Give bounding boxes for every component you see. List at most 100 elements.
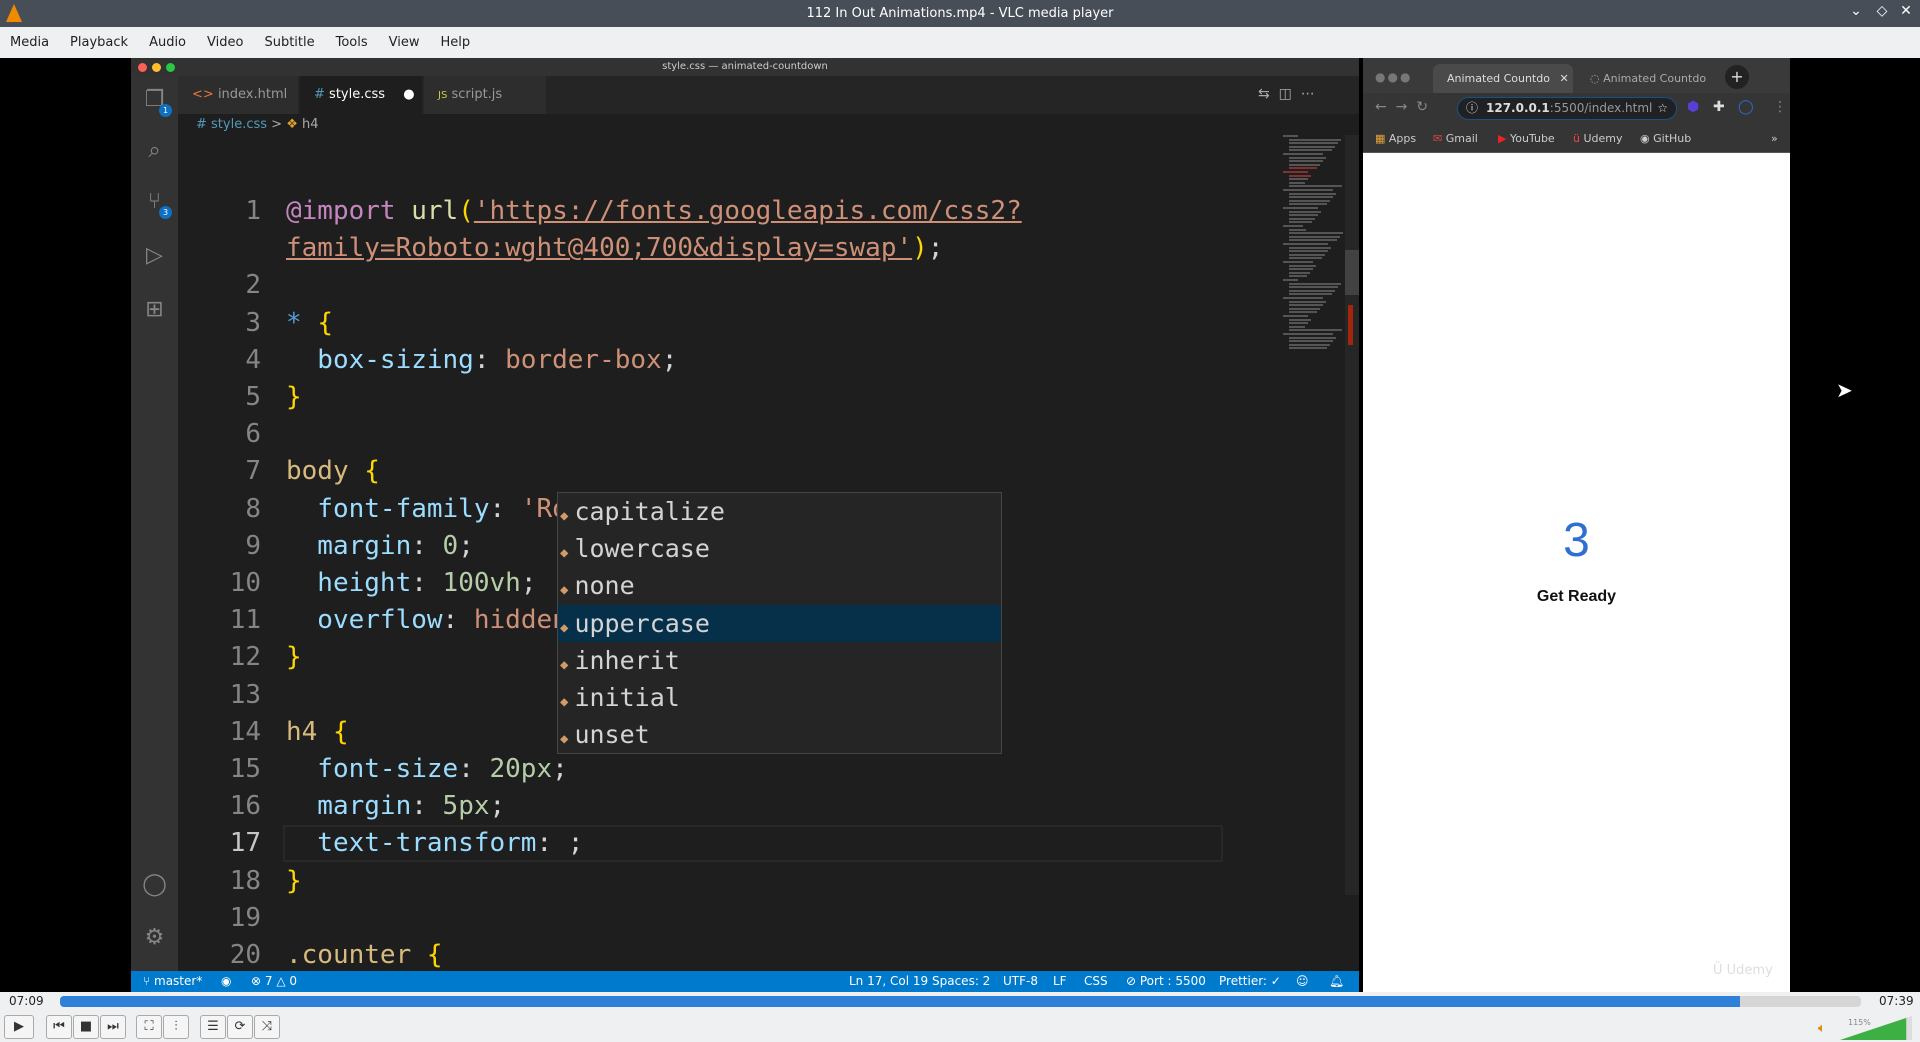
breadcrumb: # style.css > ❖ h4 xyxy=(196,117,319,132)
code-token: : xyxy=(489,493,521,524)
menu-media[interactable]: Media xyxy=(10,35,60,50)
suggestion-item[interactable]: ◆ lowercase xyxy=(558,530,1001,567)
code-token: { xyxy=(332,716,349,747)
extensions-icon: ⊞ xyxy=(145,297,164,322)
suggestion-item[interactable]: ◆ unset xyxy=(558,716,1001,753)
code-token: 5px xyxy=(442,791,490,822)
code-text: box-sizing: border-box; xyxy=(286,342,677,379)
sync-icon: ◉ xyxy=(221,974,232,988)
extended-settings-button[interactable]: ⫶ xyxy=(163,1015,189,1039)
value-icon: ◆ xyxy=(560,508,569,524)
playlist-button[interactable]: ☰ xyxy=(200,1015,226,1039)
bookmark-label: Apps xyxy=(1388,132,1417,145)
code-text: body { xyxy=(286,453,380,490)
suggestion-item[interactable]: ◆ uppercase xyxy=(558,604,1001,642)
line-number: 13 xyxy=(229,679,261,710)
menu-subtitle[interactable]: Subtitle xyxy=(264,35,325,50)
previous-button[interactable]: ⏮ xyxy=(46,1015,72,1039)
breadcrumb-separator: > xyxy=(271,117,283,132)
settings-gear-icon: ⚙ xyxy=(144,925,165,950)
line-number: 20 xyxy=(229,940,261,970)
code-token: ; xyxy=(520,568,537,598)
suggestion-item[interactable]: ◆ initial xyxy=(558,679,1001,716)
minimap xyxy=(1283,135,1345,355)
port-label: Port : 5500 xyxy=(1139,974,1206,988)
editor-actions-icon: ⇆ ◫ ⋯ xyxy=(1258,86,1315,102)
line-number: 16 xyxy=(229,791,261,822)
bookmark-label: Udemy xyxy=(1583,132,1623,145)
code-token: } xyxy=(286,382,302,412)
code-line: 18} xyxy=(178,863,1278,900)
explorer-badge: 1 xyxy=(159,104,172,117)
line-number: 11 xyxy=(229,605,261,636)
minimize-button[interactable]: ⌄ xyxy=(1846,3,1866,19)
line-number: 6 xyxy=(245,419,261,450)
line-number: 4 xyxy=(245,344,261,375)
menu-tools[interactable]: Tools xyxy=(336,35,379,50)
modified-dot-icon: ● xyxy=(403,87,415,102)
run-debug-icon: ▷ xyxy=(146,243,163,268)
eol: LF xyxy=(1053,974,1067,988)
suggestion-label: unset xyxy=(574,720,650,750)
feedback-icon: ☺ xyxy=(1296,974,1309,988)
code-token: margin xyxy=(286,791,412,822)
code-line: 17 text-transform: ; xyxy=(178,825,1278,862)
countdown-number: 3 xyxy=(1563,514,1590,567)
shuffle-button[interactable]: ⤨ xyxy=(254,1015,280,1039)
line-number: 2 xyxy=(245,270,261,301)
menu-view[interactable]: View xyxy=(389,35,431,50)
bookmark-label: Gmail xyxy=(1445,132,1478,145)
elapsed-time: 07:09 xyxy=(9,994,44,1008)
fullscreen-button[interactable]: ⛶ xyxy=(136,1015,162,1039)
search-icon: ⌕ xyxy=(148,138,161,163)
code-token: 'https://fonts.googleapis.com/css2? xyxy=(473,196,1022,226)
code-token: ; xyxy=(489,791,506,822)
mac-zoom-icon xyxy=(166,63,175,72)
maximize-button[interactable]: ◇ xyxy=(1872,3,1892,19)
error-count: 7 xyxy=(264,974,273,988)
code-line: 5} xyxy=(178,379,1278,416)
code-token: hidden xyxy=(473,605,568,636)
extension-icon: ⬢ xyxy=(1687,99,1700,115)
code-line: 6 xyxy=(178,416,1278,453)
volume-slider[interactable]: 115% xyxy=(1840,1016,1912,1040)
countdown-caption: Get Ready xyxy=(1536,588,1617,605)
playback-controls: ▶ ⏮ ■ ⏭ ⛶ ⫶ ☰ ⟳ ⤨ 🔈︎ xyxy=(0,1011,1920,1042)
menu-help[interactable]: Help xyxy=(441,35,482,50)
line-number: 1 xyxy=(245,196,261,226)
code-token: family=Roboto:wght@400;700&display=swap' xyxy=(286,233,913,264)
suggestion-label: capitalize xyxy=(574,497,725,526)
breadcrumb-symbol: h4 xyxy=(302,117,319,132)
code-token: .counter xyxy=(286,940,412,970)
code-text: } xyxy=(286,639,302,676)
menu-playback[interactable]: Playback xyxy=(70,35,139,50)
address-bar: ⓘ 127.0.0.1:5500/index.html ☆ xyxy=(1457,97,1677,120)
bookmark-udemy: ü Udemy xyxy=(1573,132,1623,145)
code-token: body xyxy=(286,456,349,487)
close-button[interactable]: ✕ xyxy=(1896,3,1916,19)
encoding: UTF-8 xyxy=(1003,974,1038,988)
loop-button[interactable]: ⟳ xyxy=(227,1015,253,1039)
suggestion-item[interactable]: ◆ capitalize xyxy=(558,493,1001,530)
next-button[interactable]: ⏭ xyxy=(100,1015,126,1039)
play-button[interactable]: ▶ xyxy=(4,1015,34,1039)
title-bar: 112 In Out Animations.mp4 - VLC media pl… xyxy=(0,0,1920,27)
code-line: 15 font-size: 20px; xyxy=(178,751,1278,788)
menu-audio[interactable]: Audio xyxy=(149,35,197,50)
suggestion-label: none xyxy=(574,571,635,601)
code-text: .counter { xyxy=(286,937,443,974)
tab-style-css: # style.css ● xyxy=(300,76,422,114)
code-token: : xyxy=(473,344,506,375)
code-token: ; xyxy=(552,754,568,784)
suggestion-item[interactable]: ◆ none xyxy=(558,567,1001,604)
menu-video[interactable]: Video xyxy=(207,35,254,50)
code-line: 19 xyxy=(178,900,1278,937)
suggestion-item[interactable]: ◆ inherit xyxy=(558,642,1001,679)
stop-button[interactable]: ■ xyxy=(73,1015,99,1039)
line-number: 19 xyxy=(229,902,261,933)
seek-slider[interactable] xyxy=(60,996,1861,1007)
mac-minimize-icon xyxy=(152,63,161,72)
udemy-watermark: Ü Udemy xyxy=(1713,963,1773,978)
